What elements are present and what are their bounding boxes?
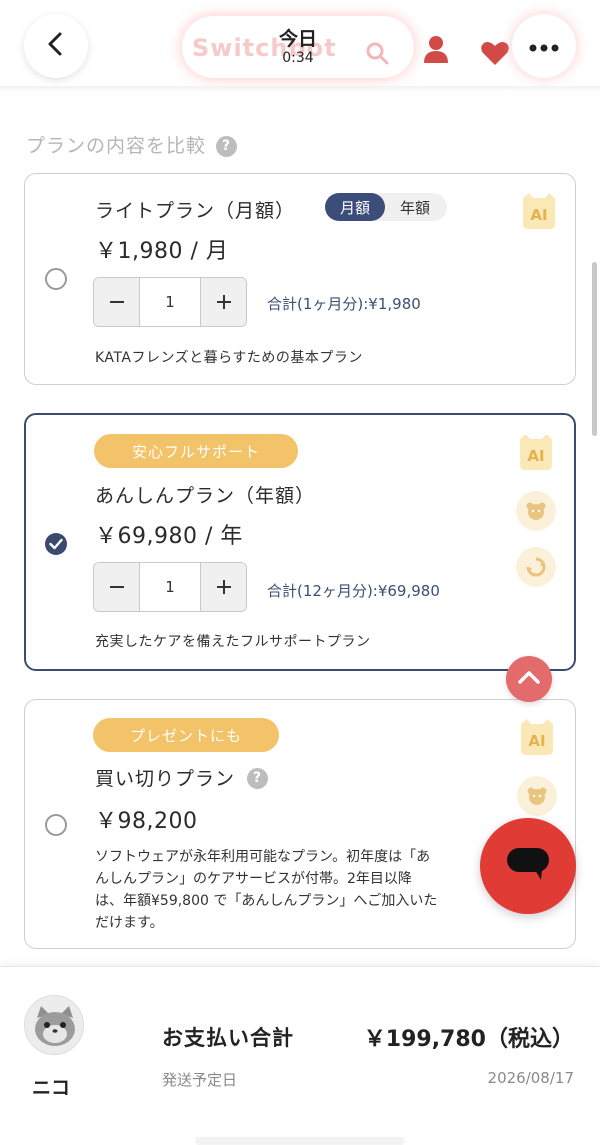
plan-subtotal: 合計(1ヶ月分):¥1,980: [267, 295, 421, 313]
quantity-stepper[interactable]: 1: [93, 277, 247, 327]
recycle-icon: [516, 547, 556, 587]
increment-button[interactable]: [200, 278, 246, 326]
plan-name: あんしんプラン（年額）: [95, 485, 316, 507]
payment-footer: ニコ お支払い合計 ￥199,780（税込） 発送予定日 2026/08/17: [0, 966, 600, 1145]
shipping-date-value: 2026/08/17: [487, 1069, 574, 1087]
plan-price: ￥1,980 / 月: [95, 239, 229, 264]
user-icon[interactable]: [422, 34, 450, 68]
plan-price: ￥98,200: [95, 809, 198, 834]
more-icon: [529, 37, 559, 56]
today-time: 0:34: [282, 50, 314, 66]
plan-description: KATAフレンズと暮らすための基本プラン: [95, 350, 363, 366]
heart-icon[interactable]: [480, 40, 510, 70]
plan-radio-anshin[interactable]: [45, 533, 67, 555]
increment-button[interactable]: [200, 563, 246, 611]
header-divider: [0, 86, 600, 92]
pet-avatar-image: [25, 996, 83, 1054]
plan-description-line: ソフトウェアが永年利用可能なプラン。初年度は「あ: [95, 849, 431, 865]
plan-radio-light[interactable]: [45, 268, 67, 290]
ai-icon-label: AI: [530, 206, 547, 224]
plan-subtotal: 合計(12ヶ月分):¥69,980: [267, 582, 440, 600]
help-icon[interactable]: ?: [247, 767, 269, 789]
decrement-button[interactable]: [94, 278, 140, 326]
billing-toggle[interactable]: 月額 年額: [325, 193, 447, 221]
toggle-monthly[interactable]: 月額: [325, 193, 385, 221]
decrement-button[interactable]: [94, 563, 140, 611]
scroll-to-top-button[interactable]: [506, 656, 552, 702]
plan-description: ソフトウェアが永年利用可能なプラン。初年度は「あ んしんプラン」のケアサービスが…: [95, 846, 495, 934]
plan-price: ￥69,980 / 年: [95, 524, 243, 549]
ai-icon: AI: [520, 434, 552, 470]
ai-icon: AI: [521, 719, 553, 755]
home-indicator[interactable]: [195, 1137, 405, 1145]
more-button[interactable]: [512, 14, 576, 78]
plan-card-anshin[interactable]: 安心フルサポート あんしんプラン（年額） ￥69,980 / 年 1 合計(12…: [24, 413, 576, 671]
plan-card-buyout[interactable]: プレゼントにも 買い切りプラン? ￥98,200 ソフトウェアが永年利用可能なプ…: [24, 699, 576, 949]
scrollbar[interactable]: [592, 262, 597, 436]
section-title: プランの内容を比較?: [26, 131, 238, 158]
shipping-date-label: 発送予定日: [162, 1071, 238, 1089]
quantity-stepper[interactable]: 1: [93, 562, 247, 612]
payment-total-label: お支払い合計: [162, 1026, 294, 1050]
chevron-up-icon: [517, 669, 541, 689]
back-button[interactable]: [24, 14, 88, 78]
plan-description-line: は、年額¥59,800 で「あんしんプラン」へご加入いた: [95, 893, 438, 909]
back-arrow-icon: [42, 30, 70, 62]
plan-description-line: だけます。: [95, 915, 164, 931]
quantity-value[interactable]: 1: [140, 278, 200, 326]
plan-name-text: 買い切りプラン: [95, 768, 236, 790]
payment-total-value: ￥199,780（税込）: [363, 1027, 574, 1052]
top-bar: Switchbot 今日 0:34: [0, 0, 600, 92]
plan-name: ライトプラン（月額）: [95, 200, 296, 222]
chat-bubble-icon: [505, 844, 551, 888]
avatar[interactable]: [24, 995, 84, 1055]
ai-icon-label: AI: [527, 447, 544, 465]
bear-face-icon: [516, 491, 556, 531]
check-icon: [49, 535, 63, 554]
section-title-text: プランの内容を比較: [26, 135, 207, 157]
plan-badge: 安心フルサポート: [94, 434, 298, 468]
today-clock-pill[interactable]: Switchbot 今日 0:34: [182, 16, 414, 78]
ai-icon: AI: [523, 193, 555, 229]
ai-icon-label: AI: [528, 732, 545, 750]
plan-name: 買い切りプラン?: [95, 764, 269, 791]
plan-description-line: んしんプラン」のケアサービスが付帯。2年目以降: [95, 871, 412, 887]
plan-badge: プレゼントにも: [93, 718, 279, 752]
plan-radio-buyout[interactable]: [45, 814, 67, 836]
toggle-yearly[interactable]: 年額: [385, 193, 445, 221]
plan-card-light[interactable]: ライトプラン（月額） 月額 年額 ￥1,980 / 月 1 合計(1ヶ月分):¥…: [24, 173, 576, 385]
chat-button[interactable]: [480, 818, 576, 914]
today-label: 今日: [278, 28, 317, 50]
bear-face-icon: [517, 776, 557, 816]
avatar-name: ニコ: [32, 1077, 71, 1099]
plan-description: 充実したケアを備えたフルサポートプラン: [95, 634, 371, 650]
help-icon[interactable]: ?: [216, 135, 238, 157]
quantity-value[interactable]: 1: [140, 563, 200, 611]
